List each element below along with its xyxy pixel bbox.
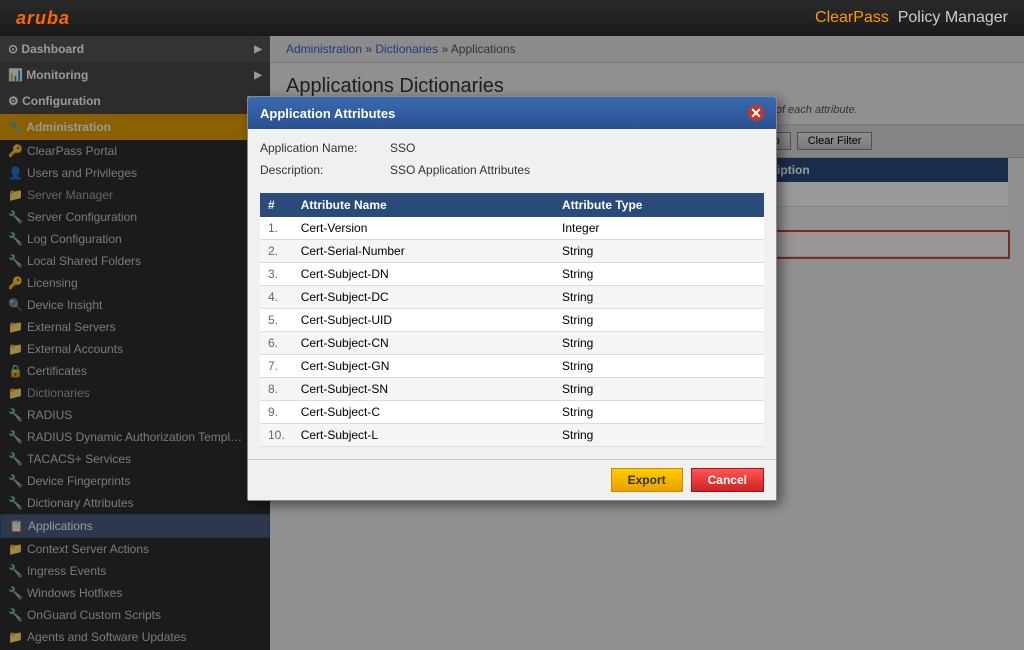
modal-table-row: 5. Cert-Subject-UID String	[260, 309, 764, 332]
modal-row-num: 2.	[260, 240, 293, 263]
export-button[interactable]: Export	[611, 468, 683, 492]
modal-row-attr-type: String	[554, 240, 764, 263]
modal-row-attr-type: String	[554, 309, 764, 332]
modal-row-attr-type: String	[554, 378, 764, 401]
modal-row-attr-type: String	[554, 401, 764, 424]
product-title: ClearPass Policy Manager	[815, 9, 1008, 27]
modal-row-attr-type: String	[554, 286, 764, 309]
modal-description-field: Description: SSO Application Attributes	[260, 163, 764, 177]
modal-col-attr-type: Attribute Type	[554, 193, 764, 217]
modal-app-name-label: Application Name:	[260, 141, 390, 155]
modal-title: Application Attributes	[260, 106, 395, 121]
modal-row-attr-name: Cert-Subject-C	[293, 401, 554, 424]
modal-app-name-value: SSO	[390, 141, 415, 155]
modal-footer: Export Cancel	[248, 459, 776, 500]
modal-row-attr-name: Cert-Subject-L	[293, 424, 554, 447]
modal-row-attr-name: Cert-Subject-DN	[293, 263, 554, 286]
modal-description-label: Description:	[260, 163, 390, 177]
modal-app-name-field: Application Name: SSO	[260, 141, 764, 155]
aruba-logo: aruba	[16, 8, 70, 29]
modal-row-num: 6.	[260, 332, 293, 355]
modal-table-row: 10. Cert-Subject-L String	[260, 424, 764, 447]
modal-header: Application Attributes ✕	[248, 97, 776, 129]
modal-table-wrap: # Attribute Name Attribute Type 1. Cert-…	[260, 185, 764, 447]
modal-row-num: 8.	[260, 378, 293, 401]
modal-row-num: 7.	[260, 355, 293, 378]
modal-row-attr-type: String	[554, 332, 764, 355]
cancel-button[interactable]: Cancel	[691, 468, 764, 492]
modal-row-attr-name: Cert-Subject-SN	[293, 378, 554, 401]
modal-row-num: 4.	[260, 286, 293, 309]
attributes-table: # Attribute Name Attribute Type 1. Cert-…	[260, 193, 764, 447]
modal-row-attr-type: String	[554, 424, 764, 447]
modal-table-row: 3. Cert-Subject-DN String	[260, 263, 764, 286]
modal-row-num: 10.	[260, 424, 293, 447]
modal-overlay: Application Attributes ✕ Application Nam…	[0, 36, 1024, 650]
modal-close-button[interactable]: ✕	[748, 105, 764, 121]
modal-table-row: 9. Cert-Subject-C String	[260, 401, 764, 424]
modal-row-num: 1.	[260, 217, 293, 240]
modal-row-num: 9.	[260, 401, 293, 424]
modal-row-attr-name: Cert-Subject-DC	[293, 286, 554, 309]
modal-col-attr-name: Attribute Name	[293, 193, 554, 217]
modal-row-attr-type: String	[554, 263, 764, 286]
modal-col-num: #	[260, 193, 293, 217]
modal-row-attr-name: Cert-Version	[293, 217, 554, 240]
product-sub: Policy Manager	[898, 9, 1008, 26]
modal-row-attr-name: Cert-Subject-CN	[293, 332, 554, 355]
modal-row-attr-type: String	[554, 355, 764, 378]
modal-description-value: SSO Application Attributes	[390, 163, 530, 177]
modal-row-attr-name: Cert-Subject-GN	[293, 355, 554, 378]
modal-table-row: 6. Cert-Subject-CN String	[260, 332, 764, 355]
modal-table-row: 1. Cert-Version Integer	[260, 217, 764, 240]
modal-body: Application Name: SSO Description: SSO A…	[248, 129, 776, 459]
top-header: aruba ClearPass Policy Manager	[0, 0, 1024, 36]
product-name: ClearPass	[815, 9, 889, 26]
modal-table-row: 7. Cert-Subject-GN String	[260, 355, 764, 378]
modal-row-attr-name: Cert-Subject-UID	[293, 309, 554, 332]
modal-table-row: 8. Cert-Subject-SN String	[260, 378, 764, 401]
modal-row-attr-type: Integer	[554, 217, 764, 240]
modal-row-num: 5.	[260, 309, 293, 332]
modal-table-row: 2. Cert-Serial-Number String	[260, 240, 764, 263]
modal-table-row: 4. Cert-Subject-DC String	[260, 286, 764, 309]
modal-row-num: 3.	[260, 263, 293, 286]
application-attributes-modal: Application Attributes ✕ Application Nam…	[247, 96, 777, 501]
modal-row-attr-name: Cert-Serial-Number	[293, 240, 554, 263]
